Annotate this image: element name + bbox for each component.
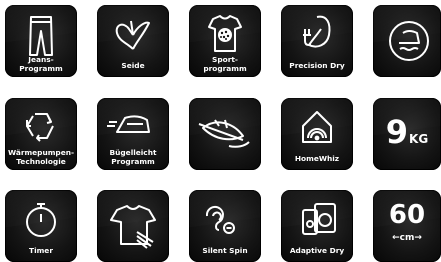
arrow-left-icon: ← [392,233,400,243]
ear-minus-icon [189,190,261,246]
precision-dry-label: Precision Dry [289,60,345,70]
timer-label: Timer [29,245,53,255]
easy-iron-tile: Bügelleicht Programm [97,98,169,170]
silk-program-tile: Seide [97,5,169,77]
sport-program-tile: Sport- programm [189,5,261,77]
jeans-program-label: Jeans- Programm [19,55,63,73]
capacity-tile: 9KG [373,98,441,170]
heat-pump-tile: Wärmepumpen- Technologie [5,98,77,170]
sport-shirt-icon [189,5,261,61]
phone-dryer-icon [281,190,353,246]
homewhiz-tile: HomeWhiz [281,98,353,170]
capacity-unit: KG [409,132,429,146]
ironing-tile [373,5,441,77]
silk-program-label: Seide [121,60,145,70]
arrow-right-icon: → [414,233,422,243]
width-unit-row: ←cm→ [373,232,441,244]
width-tile: 60 ←cm→ [373,190,441,262]
iron-waves-icon [373,13,441,69]
width-value: 60 [388,200,426,230]
timer-tile: Timer [5,190,77,262]
silent-spin-tile: Silent Spin [189,190,261,262]
width-unit: cm [399,233,415,243]
capacity-value: 9 [385,113,409,151]
feather-tile [189,98,261,170]
jeans-program-tile: Jeans- Programm [5,5,77,77]
feather-icon [189,106,261,162]
sport-program-label: Sport- programm [203,55,247,73]
adaptive-dry-tile: Adaptive Dry [281,190,353,262]
precision-dry-tile: Precision Dry [281,5,353,77]
stopwatch-icon [5,190,77,246]
homewhiz-label: HomeWhiz [294,153,340,163]
adaptive-dry-label: Adaptive Dry [289,245,345,255]
silent-spin-label: Silent Spin [202,245,248,255]
heat-pump-label: Wärmepumpen- Technologie [7,148,75,166]
fresh-shirt-tile [97,190,169,262]
home-wifi-icon [281,98,353,154]
plug-leaf-icon [281,5,353,61]
recycle-arrows-icon [5,98,77,154]
jeans-icon [5,5,77,61]
iron-icon [97,98,169,154]
capacity-value-row: 9KG [373,112,441,159]
butterfly-icon [97,5,169,61]
easy-iron-label: Bügelleicht Programm [109,148,157,166]
feature-icon-grid: Jeans- Programm Seide Sport- programm Pr… [0,0,441,262]
shirt-steam-icon [97,198,169,254]
